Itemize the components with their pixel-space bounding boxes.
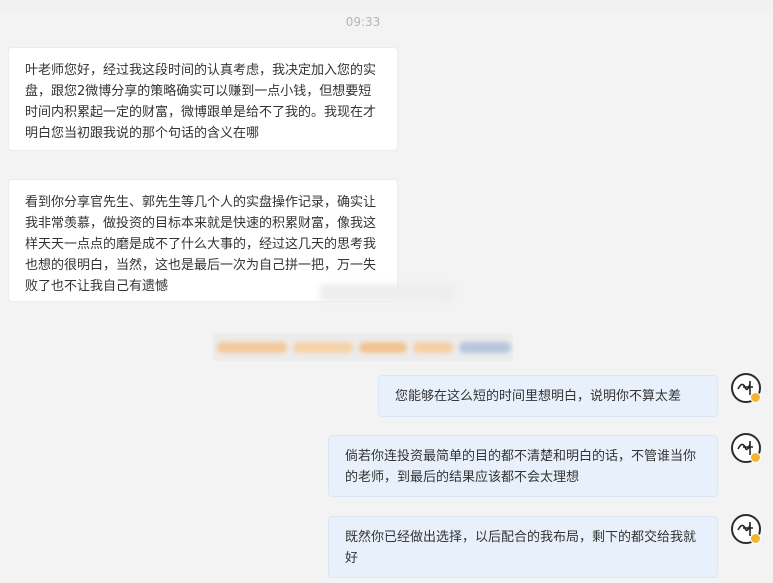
message-text: 既然你已经做出选择，以后配合的我布局，剩下的都交给我就好 (345, 530, 697, 566)
verified-badge-icon (750, 392, 761, 403)
outgoing-message-bubble[interactable]: 既然你已经做出选择，以后配合的我布局，剩下的都交给我就好 (328, 516, 718, 578)
message-timestamp: 09:33 (345, 15, 381, 29)
outgoing-message-bubble[interactable]: 您能够在这么短的时间里想明白，说明你不算太差 (378, 375, 718, 417)
message-text: 叶老师您好，经过我这段时间的认真考虑，我决定加入您的实盘，跟您2微博分享的策略确… (25, 63, 377, 141)
verified-badge-icon (750, 533, 761, 544)
message-text: 看到你分享官先生、郭先生等几个人的实盘操作记录，确实让我非常羡慕，做投资的目标本… (25, 195, 377, 294)
redacted-system-notice (213, 333, 513, 361)
redacted-region (320, 284, 455, 302)
user-avatar[interactable] (731, 373, 761, 403)
outgoing-message-bubble[interactable]: 倘若你连投资最简单的目的都不清楚和明白的话，不管谁当你的老师，到最后的结果应该都… (328, 435, 718, 497)
chat-window: 09:33 叶老师您好，经过我这段时间的认真考虑，我决定加入您的实盘，跟您2微博… (0, 0, 773, 583)
verified-badge-icon (750, 452, 761, 463)
incoming-message-bubble[interactable]: 叶老师您好，经过我这段时间的认真考虑，我决定加入您的实盘，跟您2微博分享的策略确… (8, 47, 398, 151)
message-text: 倘若你连投资最简单的目的都不清楚和明白的话，不管谁当你的老师，到最后的结果应该都… (345, 449, 697, 485)
top-divider (0, 0, 773, 10)
user-avatar[interactable] (731, 514, 761, 544)
user-avatar[interactable] (731, 433, 761, 463)
message-text: 您能够在这么短的时间里想明白，说明你不算太差 (395, 389, 682, 404)
